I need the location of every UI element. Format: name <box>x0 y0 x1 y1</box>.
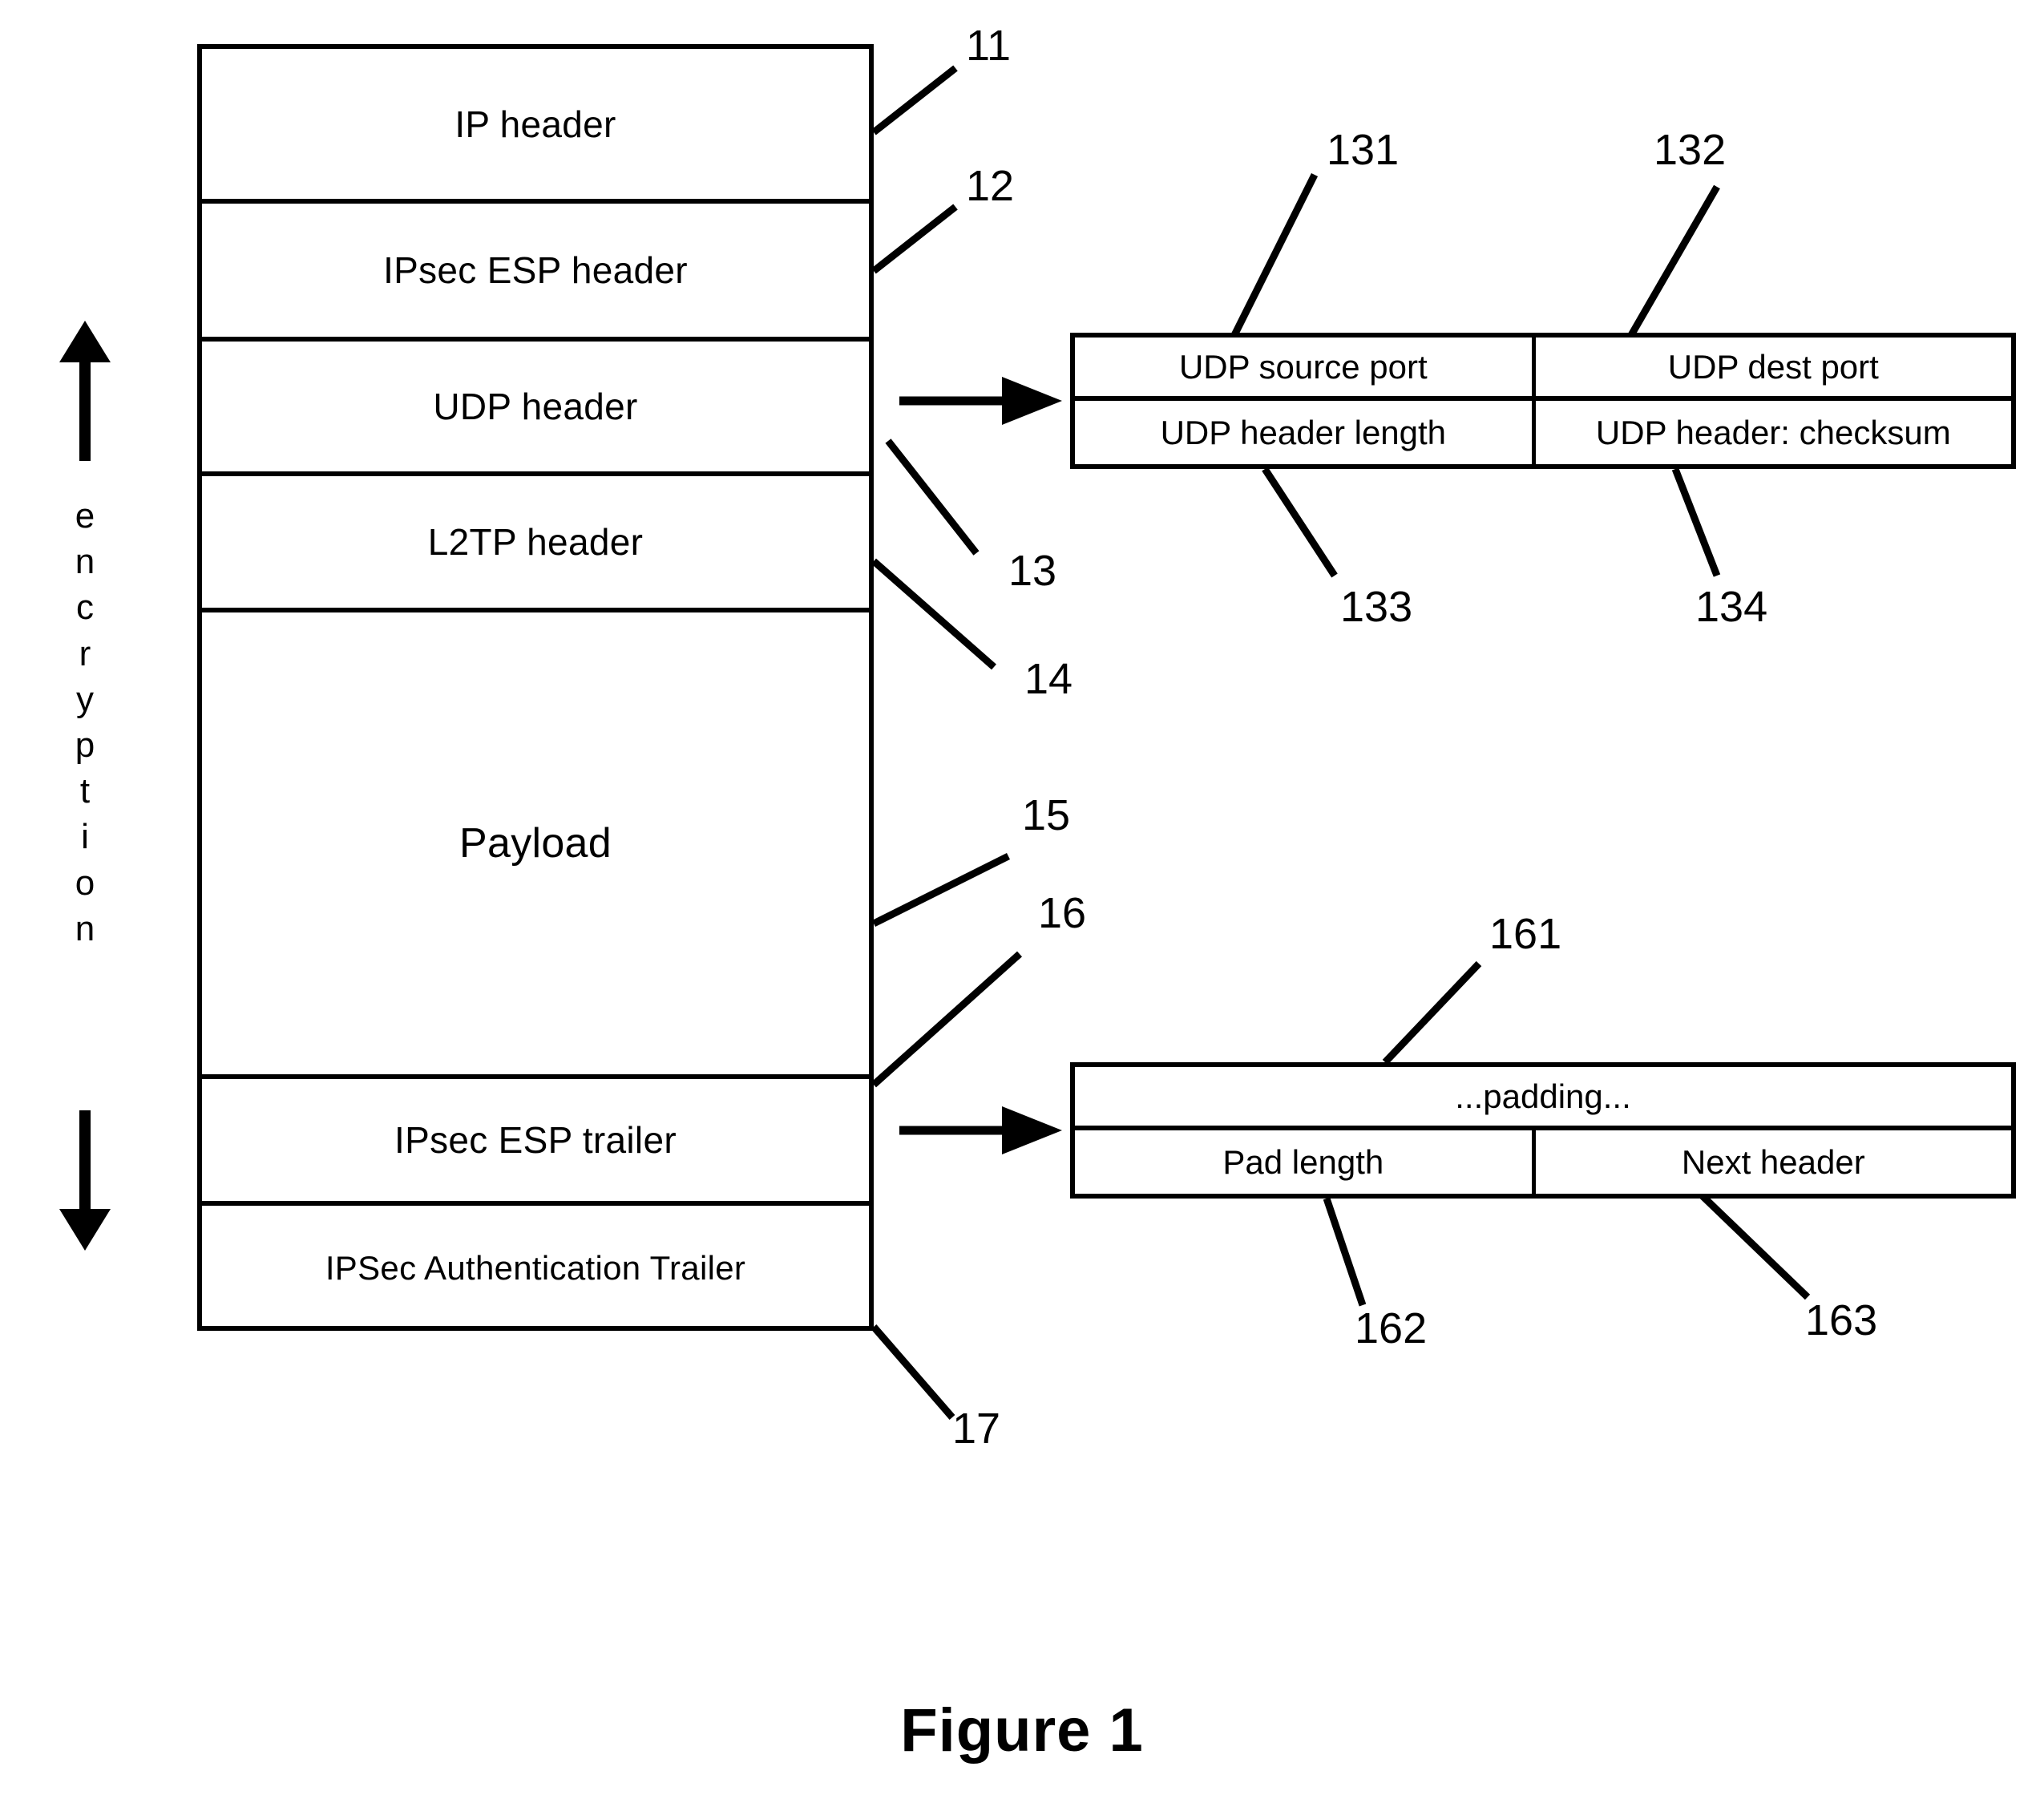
encryption-letter: r <box>79 633 91 673</box>
encryption-letter: y <box>76 679 94 719</box>
udp-dest-port-cell: UDP dest port <box>1536 338 2011 396</box>
ref-numeral-12: 12 <box>966 162 1015 210</box>
ref-numeral-11: 11 <box>966 22 1012 70</box>
udp-detail-row-bottom: UDP header length UDP header: checksum <box>1075 401 2011 464</box>
udp-header-detail-box: UDP source port UDP dest port UDP header… <box>1070 333 2016 469</box>
encryption-letter: i <box>81 817 89 857</box>
ref-numeral-13: 13 <box>1008 547 1057 595</box>
stack-row-label: IP header <box>454 103 616 145</box>
encryption-letter: c <box>76 588 94 628</box>
esp-trailer-detail-box: ...padding... Pad length Next header <box>1070 1062 2016 1199</box>
encryption-letter: o <box>75 863 95 903</box>
ref-numeral-17: 17 <box>952 1405 1001 1453</box>
stack-row-ipsec-esp-trailer: IPsec ESP trailer <box>202 1079 869 1206</box>
encryption-letter: e <box>75 496 95 536</box>
esp-detail-row-padding: ...padding... <box>1075 1067 2011 1130</box>
stack-row-label: UDP header <box>433 386 638 427</box>
ref-numeral-131: 131 <box>1327 126 1400 174</box>
stack-row-label: Payload <box>458 820 612 867</box>
stack-row-label: IPsec ESP header <box>383 249 688 291</box>
udp-detail-row-top: UDP source port UDP dest port <box>1075 338 2011 401</box>
stack-row-ipsec-authentication-trailer: IPSec Authentication Trailer <box>202 1206 869 1331</box>
encryption-label: e n c r y p t i o n <box>37 493 133 952</box>
encryption-letter: t <box>79 771 91 811</box>
udp-header-length-label: UDP header length <box>1160 413 1447 451</box>
udp-header-checksum-label: UDP header: checksum <box>1595 413 1951 451</box>
stack-row-ip-header: IP header <box>202 49 869 204</box>
encryption-span-indicator: e n c r y p t i o n <box>37 321 133 1251</box>
stack-row-payload: Payload <box>202 612 869 1079</box>
encryption-letter: n <box>75 542 95 582</box>
stack-row-l2tp-header: L2TP header <box>202 476 869 612</box>
udp-source-port-label: UDP source port <box>1178 347 1428 386</box>
udp-source-port-cell: UDP source port <box>1075 338 1536 396</box>
next-header-cell: Next header <box>1536 1130 2011 1194</box>
ref-numeral-15: 15 <box>1022 791 1071 839</box>
packet-structure-stack: IP header IPsec ESP header UDP header L2… <box>197 44 874 1331</box>
ref-numeral-163: 163 <box>1805 1296 1878 1344</box>
encryption-letter: p <box>75 725 95 765</box>
stack-row-label: L2TP header <box>427 521 644 563</box>
next-header-label: Next header <box>1681 1142 1865 1181</box>
figure-caption: Figure 1 <box>900 1696 1144 1765</box>
ref-numeral-134: 134 <box>1695 583 1768 631</box>
ref-numeral-161: 161 <box>1489 910 1562 958</box>
esp-detail-row-bottom: Pad length Next header <box>1075 1130 2011 1194</box>
pad-length-label: Pad length <box>1222 1142 1384 1181</box>
stack-row-label: IPsec ESP trailer <box>394 1119 677 1161</box>
padding-cell: ...padding... <box>1075 1067 2011 1126</box>
ref-numeral-162: 162 <box>1355 1304 1428 1352</box>
stack-row-udp-header: UDP header <box>202 342 869 476</box>
padding-label: ...padding... <box>1455 1077 1631 1115</box>
udp-dest-port-label: UDP dest port <box>1667 347 1879 386</box>
udp-header-checksum-cell: UDP header: checksum <box>1536 401 2011 464</box>
figure-canvas: e n c r y p t i o n IP header IPsec ESP … <box>0 0 2044 1807</box>
ref-numeral-133: 133 <box>1340 583 1413 631</box>
udp-header-length-cell: UDP header length <box>1075 401 1536 464</box>
ref-numeral-132: 132 <box>1654 126 1727 174</box>
stack-row-label: IPSec Authentication Trailer <box>325 1249 746 1287</box>
ref-numeral-14: 14 <box>1024 655 1073 703</box>
pad-length-cell: Pad length <box>1075 1130 1536 1194</box>
stack-row-ipsec-esp-header: IPsec ESP header <box>202 204 869 342</box>
encryption-letter: n <box>75 908 95 948</box>
ref-numeral-16: 16 <box>1038 889 1087 937</box>
